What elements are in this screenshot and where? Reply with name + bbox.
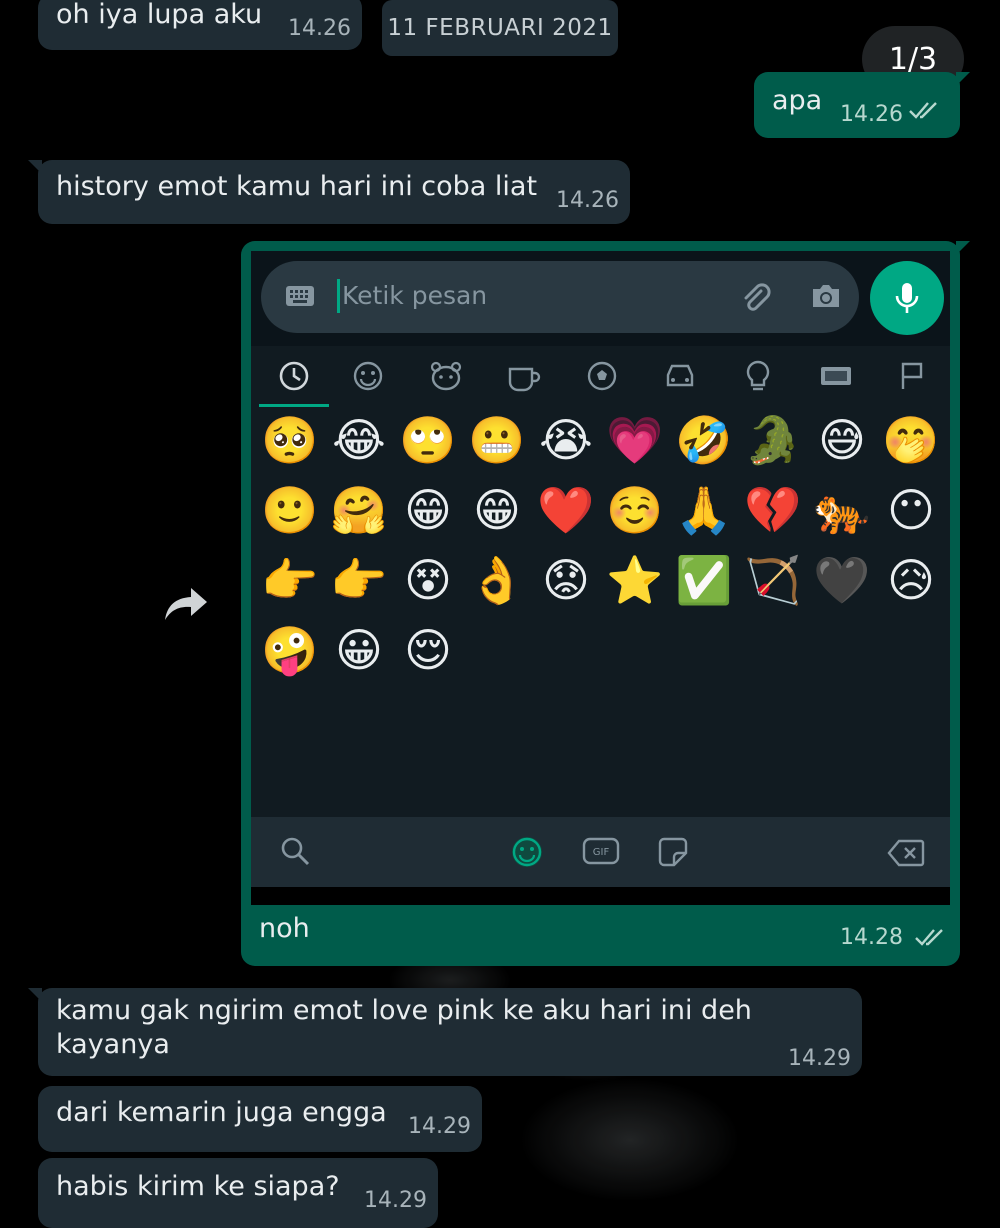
- mic-icon: [895, 283, 919, 313]
- message-text: apa: [772, 85, 823, 116]
- message-time: 14.29: [788, 1046, 851, 1071]
- emoji: ✅: [675, 553, 733, 607]
- message-incoming[interactable]: history emot kamu hari ini coba liat 14.…: [28, 160, 630, 224]
- backspace-icon: [887, 839, 925, 871]
- emoji: 😬: [468, 413, 526, 467]
- emoji: 🤭: [882, 413, 940, 467]
- emoji: 😥: [887, 553, 935, 607]
- gif-label: GIF: [593, 847, 610, 858]
- smiley-icon: [333, 346, 403, 406]
- gesture-bar: [251, 887, 950, 905]
- ball-icon: [567, 346, 637, 406]
- emoji: 😌: [404, 623, 452, 677]
- emoji: 👌: [468, 553, 526, 607]
- message-time: 14.28: [840, 925, 946, 950]
- emoji: 🐊: [744, 413, 802, 467]
- image-message[interactable]: Ketik pesan 🥺 😂 🙄 😬 😭 💗 🤣 🐊 😅 🤭 🙂 🤗 😁 😁 …: [241, 241, 970, 966]
- emoji: 🤣: [675, 413, 733, 467]
- symbols-icon: [801, 346, 871, 406]
- message-time: 14.26: [556, 188, 619, 213]
- double-check-icon: [915, 929, 943, 946]
- message-outgoing[interactable]: apa 14.26: [754, 72, 970, 138]
- keyboard-icon: [285, 285, 315, 311]
- emoji: 👉: [330, 553, 388, 607]
- search-icon: [279, 835, 311, 871]
- message-text: history emot kamu hari ini coba liat: [56, 171, 538, 202]
- message-time: 14.26: [840, 102, 903, 127]
- message-incoming[interactable]: oh iya lupa aku 14.26: [38, 0, 362, 50]
- emoji-bottom-bar: GIF: [251, 817, 950, 887]
- emoji: 🐅: [813, 483, 871, 537]
- emoji: 🙏: [675, 483, 733, 537]
- input-placeholder: Ketik pesan: [337, 279, 487, 313]
- car-icon: [645, 346, 715, 406]
- sticker-icon: [656, 835, 690, 873]
- emoji: 🙄: [399, 413, 457, 467]
- animal-icon: [411, 346, 481, 406]
- message-text: kamu gak ngirim emot love pink ke aku ha…: [56, 995, 752, 1060]
- message-time: 14.26: [288, 16, 351, 41]
- message-time: 14.29: [408, 1114, 471, 1139]
- emoji: 😵: [404, 553, 452, 607]
- emoji: ⭐: [606, 553, 664, 607]
- message-text: habis kirim ke siapa?: [56, 1171, 340, 1202]
- emoji: 😂: [332, 413, 386, 467]
- message-incoming[interactable]: habis kirim ke siapa? 14.29: [38, 1158, 438, 1228]
- attach-icon: [739, 281, 773, 319]
- image-caption: noh: [259, 913, 310, 944]
- date-chip: 11 FEBRUARI 2021: [382, 0, 618, 56]
- emoji: 🏹: [744, 553, 802, 607]
- emoji-picker-screenshot[interactable]: Ketik pesan 🥺 😂 🙄 😬 😭 💗 🤣 🐊 😅 🤭 🙂 🤗 😁 😁 …: [251, 251, 950, 905]
- emoji: 👉: [261, 553, 319, 607]
- emoji: 😁: [404, 483, 452, 537]
- gif-icon: GIF: [582, 837, 620, 869]
- emoji: 😅: [818, 413, 866, 467]
- emoji: 🥺: [261, 413, 319, 467]
- composer-bar: Ketik pesan: [251, 251, 950, 346]
- emoji: 🤗: [330, 483, 388, 537]
- camera-icon: [809, 281, 843, 315]
- emoji: 😟: [542, 553, 590, 607]
- emoji: 😶: [887, 483, 935, 537]
- emoji: 🙂: [261, 483, 319, 537]
- emoji: 💗: [606, 413, 664, 467]
- message-text: oh iya lupa aku: [56, 0, 263, 30]
- message-incoming[interactable]: kamu gak ngirim emot love pink ke aku ha…: [28, 988, 862, 1076]
- emoji-category-tabs: [251, 346, 950, 408]
- emoji: 🖤: [813, 553, 871, 607]
- message-incoming[interactable]: dari kemarin juga engga 14.29: [38, 1086, 482, 1152]
- emoji: 😭: [539, 413, 593, 467]
- emoji: ☺️: [606, 483, 664, 537]
- bulb-icon: [723, 346, 793, 406]
- time-text: 14.28: [840, 925, 903, 950]
- message-time: 14.29: [364, 1188, 427, 1213]
- message-text: dari kemarin juga engga: [56, 1097, 387, 1128]
- food-icon: [489, 346, 559, 406]
- emoji: 😁: [473, 483, 521, 537]
- emoji: 🤪: [261, 623, 319, 677]
- emoji: 😀: [335, 623, 383, 677]
- emoji: 💔: [744, 483, 802, 537]
- message-input: Ketik pesan: [261, 261, 859, 333]
- emoji-icon: [510, 835, 544, 873]
- mic-button: [870, 261, 944, 335]
- emoji: ❤️: [537, 483, 595, 537]
- tab-underline: [259, 404, 329, 407]
- clock-icon: [259, 346, 329, 406]
- flag-icon: [877, 346, 947, 406]
- forward-icon[interactable]: [162, 584, 210, 624]
- double-check-icon: [908, 96, 940, 130]
